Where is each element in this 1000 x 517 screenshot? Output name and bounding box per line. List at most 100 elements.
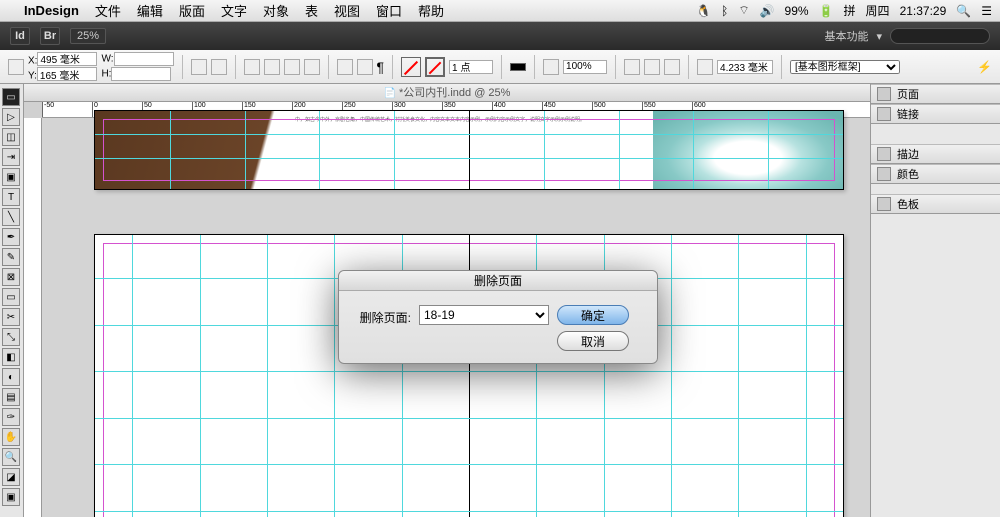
stroke-style[interactable] — [510, 63, 526, 71]
paragraph-icon[interactable]: ¶ — [377, 59, 385, 75]
reference-point[interactable] — [8, 59, 24, 75]
menu-file[interactable]: 文件 — [95, 1, 121, 20]
content-collector-tool[interactable]: ▣ — [2, 168, 20, 186]
rotate-90-cw-icon[interactable] — [264, 59, 280, 75]
note-tool[interactable]: ▤ — [2, 388, 20, 406]
hand-tool[interactable]: ✋ — [2, 428, 20, 446]
view-mode-toggle[interactable]: ▣ — [2, 488, 20, 506]
y-input[interactable] — [37, 67, 97, 81]
menu-object[interactable]: 对象 — [263, 1, 289, 20]
gradient-feather-tool[interactable]: ◐ — [2, 368, 20, 386]
spotlight-icon[interactable]: 🔍 — [956, 4, 971, 18]
help-search[interactable] — [890, 28, 990, 44]
text-wrap-none-icon[interactable] — [624, 59, 640, 75]
panel-links[interactable]: 链接 — [871, 104, 1000, 124]
macos-menubar: InDesign 文件 编辑 版面 文字 对象 表 视图 窗口 帮助 🐧 ᛒ ⌔… — [0, 0, 1000, 22]
swatches-icon — [877, 197, 891, 211]
panel-stroke[interactable]: 描边 — [871, 144, 1000, 164]
fill-stroke-swatch[interactable]: ◪ — [2, 468, 20, 486]
selection-tool[interactable]: ▭ — [2, 88, 20, 106]
pencil-tool[interactable]: ✎ — [2, 248, 20, 266]
chevron-down-icon[interactable]: ▾ — [876, 30, 882, 43]
w-input[interactable] — [114, 52, 174, 66]
delete-pages-label: 删除页面: — [353, 305, 411, 326]
line-tool[interactable]: ╲ — [2, 208, 20, 226]
vertical-ruler[interactable] — [24, 118, 42, 517]
rectangle-frame-tool[interactable]: ⊠ — [2, 268, 20, 286]
scale-y-icon[interactable] — [211, 59, 227, 75]
stroke-weight-input[interactable] — [449, 60, 493, 74]
delete-pages-dialog: 删除页面 删除页面: 18-19 确定 取消 — [338, 270, 658, 364]
panel-pages[interactable]: 页面 — [871, 84, 1000, 104]
links-icon — [877, 107, 891, 121]
opacity-input[interactable] — [563, 60, 607, 74]
flip-h-icon[interactable] — [284, 59, 300, 75]
control-panel: X: Y: W: H: ¶ [基本图形框架] ⚡ — [0, 50, 1000, 84]
menu-layout[interactable]: 版面 — [179, 1, 205, 20]
scale-x-icon[interactable] — [191, 59, 207, 75]
text-wrap-shape-icon[interactable] — [664, 59, 680, 75]
lang-icon[interactable]: 拼 — [844, 2, 856, 19]
menu-text[interactable]: 文字 — [221, 1, 247, 20]
clock: 21:37:29 — [900, 4, 947, 18]
text-wrap-bbox-icon[interactable] — [644, 59, 660, 75]
rotate-90-ccw-icon[interactable] — [244, 59, 260, 75]
x-label: X: — [28, 55, 37, 66]
page-tool[interactable]: ◫ — [2, 128, 20, 146]
eyedropper-tool[interactable]: ✑ — [2, 408, 20, 426]
battery-percent: 99% — [785, 4, 809, 18]
gap-tool[interactable]: ⇥ — [2, 148, 20, 166]
x-input[interactable] — [37, 52, 97, 66]
panels-dock: 页面 链接 描边 颜色 色板 — [870, 84, 1000, 517]
wifi-icon[interactable]: ⌔ — [738, 3, 749, 18]
menu-table[interactable]: 表 — [305, 1, 318, 20]
scissors-tool[interactable]: ✂ — [2, 308, 20, 326]
menu-view[interactable]: 视图 — [334, 1, 360, 20]
menu-window[interactable]: 窗口 — [376, 1, 402, 20]
indesign-logo: Id — [10, 27, 30, 45]
free-transform-tool[interactable]: ⤡ — [2, 328, 20, 346]
page-spread-top[interactable]: 中，如古今中外，京剧名角，中国传统艺术，衬托美食文化，内容文本文本内容示例，示例… — [94, 110, 844, 190]
dialog-title: 删除页面 — [339, 271, 657, 291]
notifications-icon[interactable]: ☰ — [981, 4, 992, 18]
cancel-button[interactable]: 取消 — [557, 331, 629, 351]
panel-swatches[interactable]: 色板 — [871, 194, 1000, 214]
direct-selection-tool[interactable]: ▷ — [2, 108, 20, 126]
battery-icon[interactable]: 🔋 — [819, 4, 834, 18]
tools-panel: ▭ ▷ ◫ ⇥ ▣ T ╲ ✒ ✎ ⊠ ▭ ✂ ⤡ ◧ ◐ ▤ ✑ ✋ 🔍 ◪ … — [0, 84, 24, 517]
qq-icon[interactable]: 🐧 — [696, 4, 711, 18]
select-content-icon[interactable] — [357, 59, 373, 75]
zoom-tool[interactable]: 🔍 — [2, 448, 20, 466]
fill-none[interactable] — [401, 57, 421, 77]
corner-radius-input[interactable] — [717, 60, 773, 74]
volume-icon[interactable]: 🔊 — [760, 4, 775, 18]
h-input[interactable] — [111, 67, 171, 81]
corner-options-icon[interactable] — [697, 59, 713, 75]
ok-button[interactable]: 确定 — [557, 305, 629, 325]
pen-tool[interactable]: ✒ — [2, 228, 20, 246]
bluetooth-icon[interactable]: ᛒ — [721, 4, 728, 18]
gradient-tool[interactable]: ◧ — [2, 348, 20, 366]
app-name[interactable]: InDesign — [24, 3, 79, 18]
rectangle-tool[interactable]: ▭ — [2, 288, 20, 306]
menu-help[interactable]: 帮助 — [418, 1, 444, 20]
panel-color[interactable]: 颜色 — [871, 164, 1000, 184]
select-container-icon[interactable] — [337, 59, 353, 75]
bridge-icon[interactable]: Br — [40, 27, 60, 45]
weekday: 周四 — [866, 2, 890, 19]
object-style-select[interactable]: [基本图形框架] — [790, 60, 900, 74]
drop-shadow-icon[interactable] — [543, 59, 559, 75]
stroke-none[interactable] — [425, 57, 445, 77]
h-label: H: — [101, 69, 111, 80]
document-title: *公司内刊.indd @ 25% — [24, 84, 870, 102]
flip-v-icon[interactable] — [304, 59, 320, 75]
stroke-icon — [877, 147, 891, 161]
application-bar: Id Br 25% 基本功能 ▾ — [0, 22, 1000, 50]
zoom-level[interactable]: 25% — [70, 28, 106, 44]
menu-edit[interactable]: 编辑 — [137, 1, 163, 20]
type-tool[interactable]: T — [2, 188, 20, 206]
quick-apply-icon[interactable]: ⚡ — [977, 60, 992, 74]
delete-pages-select[interactable]: 18-19 — [419, 305, 549, 325]
y-label: Y: — [28, 71, 37, 82]
workspace-switcher[interactable]: 基本功能 — [824, 28, 868, 44]
